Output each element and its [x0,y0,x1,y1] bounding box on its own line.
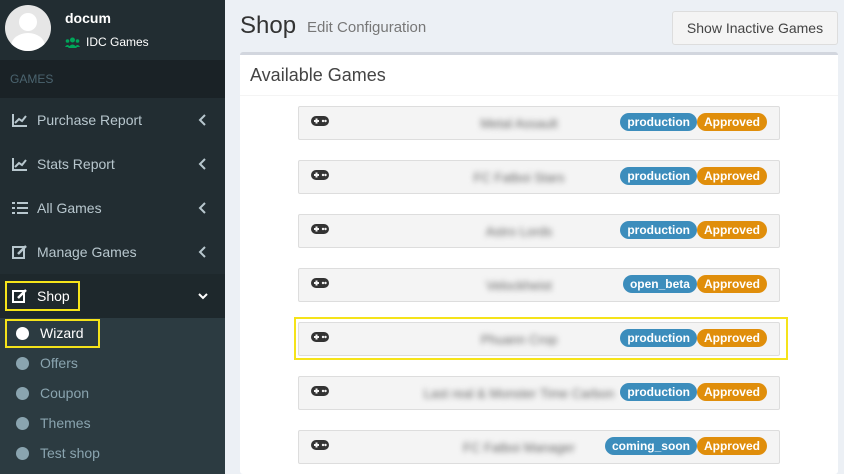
nav-purchase-report[interactable]: Purchase Report [0,98,225,142]
environment-badge: production [620,383,697,401]
nav-manage-games[interactable]: Manage Games [0,230,225,274]
show-inactive-games-button[interactable]: Show Inactive Games [672,11,838,45]
game-row[interactable]: FC Fatboi Manager coming_soon Approved [298,430,780,464]
game-badges: production Approved [620,221,767,239]
selected-game-highlight-frame [294,317,788,360]
gamepad-icon [311,224,329,234]
wizard-highlight-frame [5,319,100,348]
users-icon [65,37,80,48]
nav-label: Purchase Report [37,112,143,128]
user-name: docum [65,10,111,26]
shop-highlight-frame [5,281,80,311]
edit-icon [12,245,27,259]
gamepad-icon [311,170,329,180]
line-chart-icon [12,158,27,171]
nav-all-games[interactable]: All Games [0,186,225,230]
chevron-left-icon [198,114,206,126]
circle-icon [16,356,29,370]
environment-badge: open_beta [622,275,697,293]
environment-badge: production [620,167,697,185]
sidebar: docum IDC Games GAMES Purchase Report St… [0,0,225,474]
game-name: Last real & Monster Time Carbon [423,386,615,401]
gamepad-icon [311,278,329,288]
game-name: Velockheist [486,278,552,293]
page-subtitle: Edit Configuration [307,19,427,36]
submenu-label: Themes [40,415,91,431]
circle-icon [16,386,29,400]
nav-stats-report[interactable]: Stats Report [0,142,225,186]
game-row[interactable]: Velockheist open_beta Approved [298,268,780,302]
environment-badge: coming_soon [604,437,697,455]
circle-icon [16,446,29,460]
environment-badge: production [620,221,697,239]
nav-label: Manage Games [37,244,137,260]
status-badge: Approved [696,383,767,401]
chevron-left-icon [198,202,206,214]
user-team: IDC Games [65,35,149,49]
submenu-test-shop[interactable]: Test shop [0,438,225,468]
user-panel: docum IDC Games [0,0,225,60]
game-row[interactable]: FC Fatboi Stars production Approved [298,160,780,194]
gamepad-icon [311,116,329,126]
submenu-coupon[interactable]: Coupon [0,378,225,408]
game-row[interactable]: Metal Assault production Approved [298,106,780,140]
avatar [5,5,51,51]
gamepad-icon [311,386,329,396]
submenu-label: Test shop [40,445,100,461]
box-header: Available Games [240,55,838,96]
submenu-offers[interactable]: Offers [0,348,225,378]
game-name: Astro Lords [485,224,553,239]
chevron-left-icon [198,158,206,170]
environment-badge: production [620,113,697,131]
chevron-left-icon [198,246,206,258]
game-badges: production Approved [620,167,767,185]
status-badge: Approved [696,275,767,293]
status-badge: Approved [696,437,767,455]
list-icon [12,202,28,214]
game-name: Metal Assault [480,116,558,131]
game-badges: coming_soon Approved [604,437,767,455]
game-row[interactable]: Astro Lords production Approved [298,214,780,248]
game-row[interactable]: Last real & Monster Time Carbon producti… [298,376,780,410]
submenu-themes[interactable]: Themes [0,408,225,438]
submenu-label: Coupon [40,385,90,401]
line-chart-icon [12,114,27,127]
box-title: Available Games [250,65,386,85]
gamepad-icon [311,440,329,450]
game-badges: open_beta Approved [622,275,767,293]
status-badge: Approved [696,113,767,131]
status-badge: Approved [696,167,767,185]
section-header-games: GAMES [0,60,225,98]
page-title: Shop [240,12,297,39]
game-badges: production Approved [620,113,767,131]
nav-label: Stats Report [37,156,115,172]
user-team-label: IDC Games [86,35,149,49]
chevron-down-icon [198,293,208,300]
game-badges: production Approved [620,383,767,401]
status-badge: Approved [696,221,767,239]
submenu-label: Offers [40,355,78,371]
circle-icon [16,416,29,430]
nav-label: All Games [37,200,102,216]
game-name: FC Fatboi Stars [473,170,565,185]
